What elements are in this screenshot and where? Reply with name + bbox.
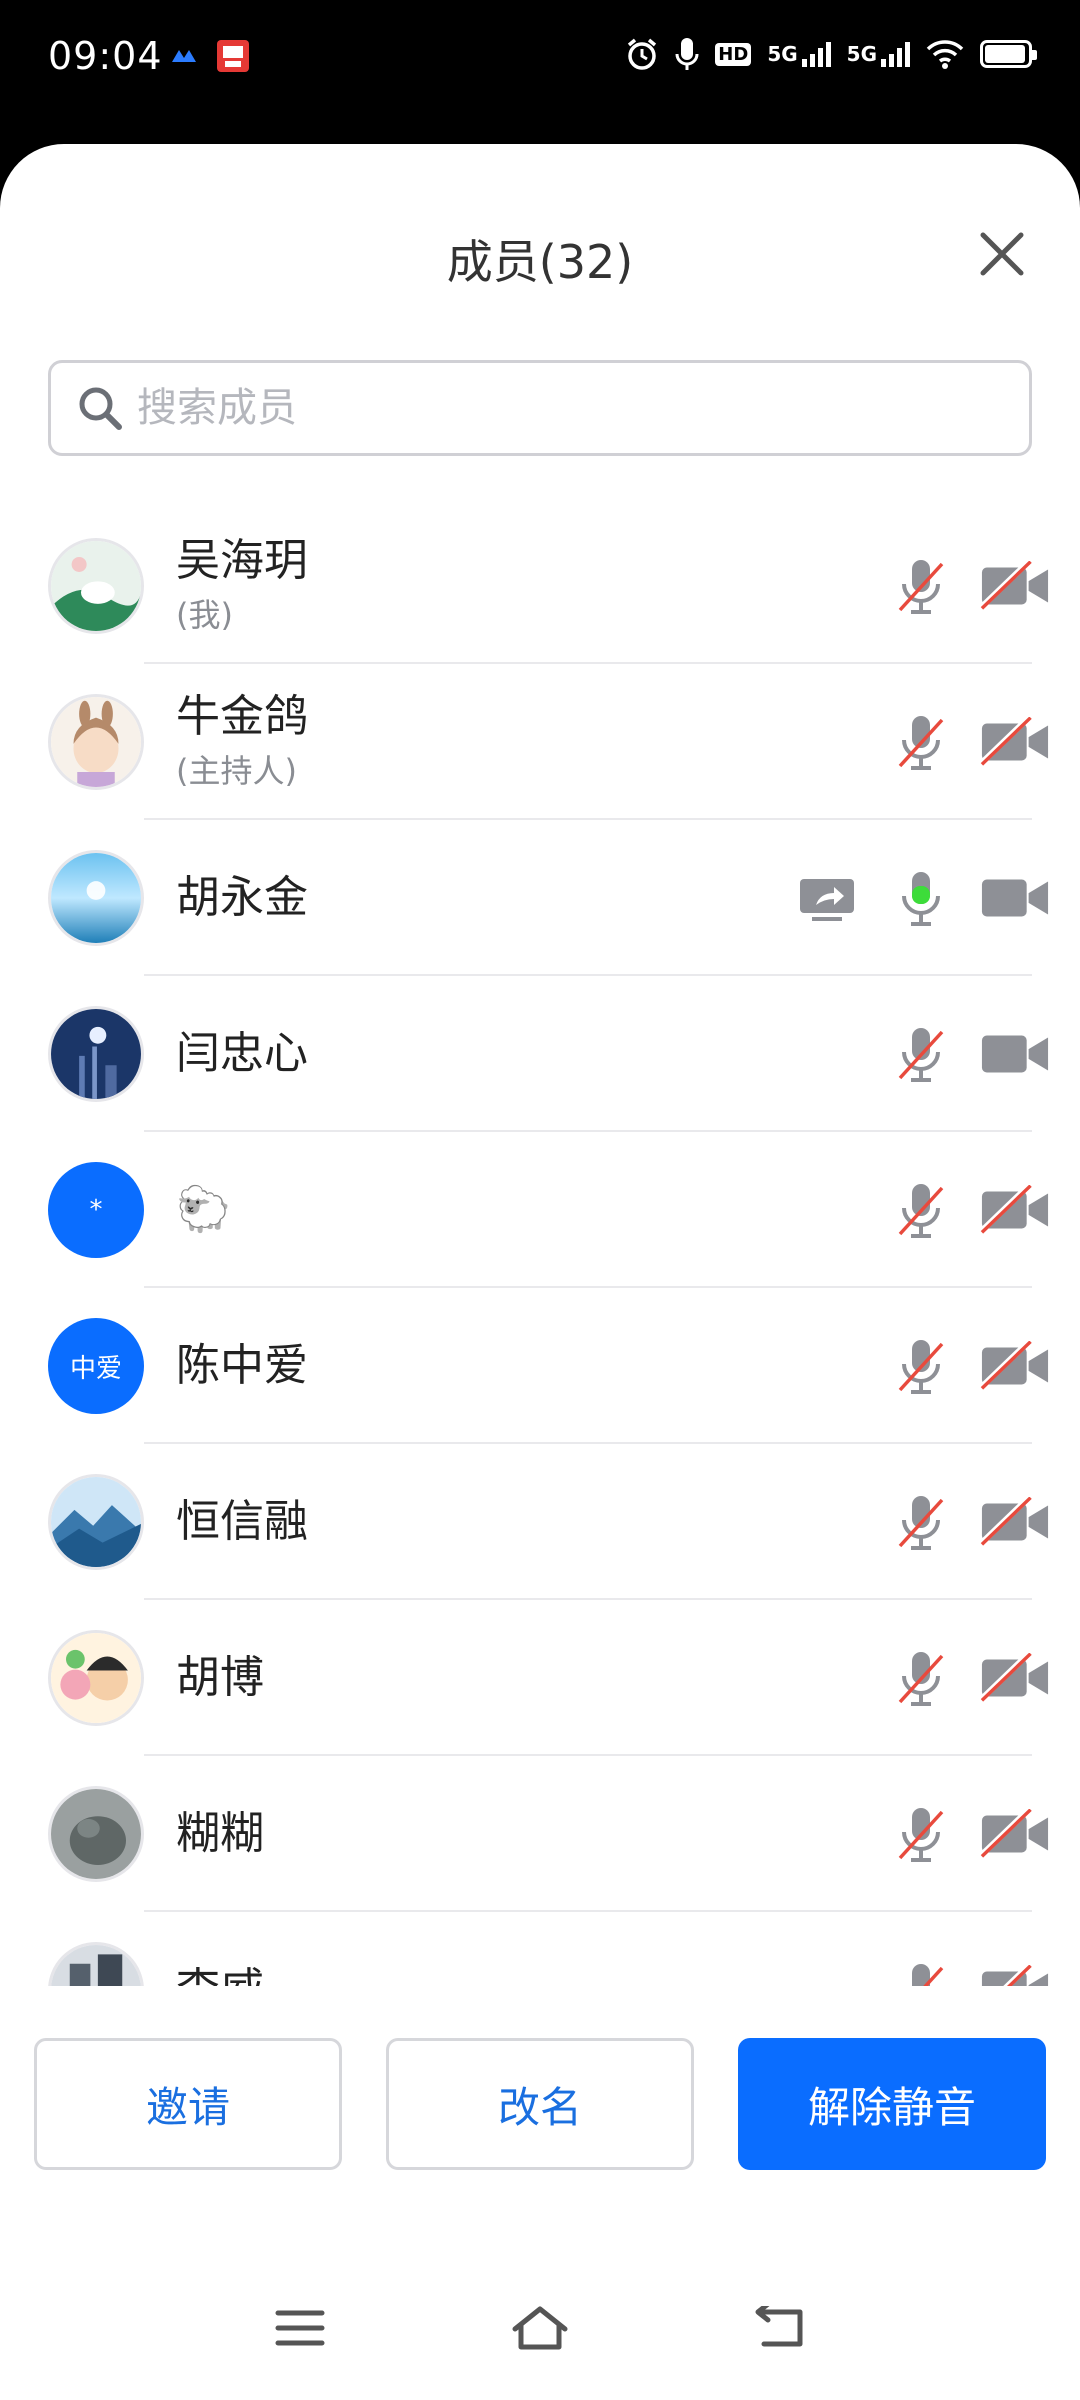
app-notification-icon bbox=[170, 38, 198, 74]
avatar bbox=[48, 850, 144, 946]
member-name: 闫忠心 bbox=[176, 1027, 308, 1079]
member-list[interactable]: 吴海玥 (我) 牛金鸽 (主持人) 胡永金 闫忠心 * 🐑 中爱 陈中爱 恒信融… bbox=[0, 508, 1080, 1986]
back-icon bbox=[755, 2306, 803, 2347]
search-box[interactable] bbox=[48, 360, 1032, 456]
camera-off-icon[interactable] bbox=[980, 1492, 1050, 1552]
avatar bbox=[48, 694, 144, 790]
camera-off-icon[interactable] bbox=[980, 1804, 1050, 1864]
mic-muted-icon[interactable] bbox=[886, 712, 956, 772]
mic-muted-icon[interactable] bbox=[886, 1024, 956, 1084]
member-row[interactable]: 恒信融 bbox=[0, 1444, 1080, 1600]
search-input[interactable] bbox=[137, 385, 1029, 431]
member-name: 恒信融 bbox=[176, 1495, 308, 1547]
camera-off-icon[interactable] bbox=[980, 1648, 1050, 1708]
signal-5g-icon-1: 5G bbox=[767, 36, 831, 72]
member-name: 🐑 bbox=[176, 1183, 231, 1235]
mic-muted-icon[interactable] bbox=[886, 1180, 956, 1240]
camera-on-icon[interactable] bbox=[980, 868, 1050, 928]
camera-off-icon[interactable] bbox=[980, 712, 1050, 772]
mic-muted-icon[interactable] bbox=[886, 1492, 956, 1552]
member-name: 陈中爱 bbox=[176, 1339, 308, 1391]
hd-voice-icon: HD bbox=[715, 36, 752, 72]
search-icon bbox=[79, 387, 122, 430]
avatar bbox=[48, 1630, 144, 1726]
mic-active-icon[interactable] bbox=[886, 868, 956, 928]
member-row[interactable]: 牛金鸽 (主持人) bbox=[0, 664, 1080, 820]
unmute-button[interactable]: 解除静音 bbox=[738, 2038, 1046, 2170]
signal-5g-icon-2: 5G bbox=[847, 36, 910, 72]
member-name: 胡永金 bbox=[176, 871, 308, 923]
avatar bbox=[48, 538, 144, 634]
home-nav-button[interactable] bbox=[510, 2298, 570, 2358]
member-row[interactable]: 李威 bbox=[0, 1912, 1080, 1986]
shopping-app-icon bbox=[216, 38, 250, 74]
home-icon bbox=[512, 2306, 568, 2350]
avatar bbox=[48, 1786, 144, 1882]
status-bar: 09:04 HD 5G 5G bbox=[0, 0, 1080, 118]
microphone-status-icon bbox=[675, 36, 699, 72]
members-sheet: 成员(32) 吴海玥 (我) bbox=[0, 144, 1080, 2400]
member-name: 李威 bbox=[176, 1964, 264, 1986]
menu-nav-button[interactable] bbox=[270, 2298, 330, 2358]
avatar: * bbox=[48, 1162, 144, 1258]
camera-off-icon[interactable] bbox=[980, 1180, 1050, 1240]
member-row[interactable]: 胡博 bbox=[0, 1600, 1080, 1756]
member-role: (我) bbox=[176, 596, 233, 635]
member-row[interactable]: 中爱 陈中爱 bbox=[0, 1288, 1080, 1444]
close-icon bbox=[980, 232, 1024, 276]
page-title: 成员(32) bbox=[446, 235, 634, 289]
camera-off-icon[interactable] bbox=[980, 1960, 1050, 1986]
camera-off-icon[interactable] bbox=[980, 1336, 1050, 1396]
system-nav-bar bbox=[0, 2258, 1080, 2400]
rename-button[interactable]: 改名 bbox=[386, 2038, 694, 2170]
screen-share-icon[interactable] bbox=[792, 868, 862, 928]
invite-button[interactable]: 邀请 bbox=[34, 2038, 342, 2170]
member-row[interactable]: 糊糊 bbox=[0, 1756, 1080, 1912]
member-name: 糊糊 bbox=[176, 1807, 264, 1859]
sheet-header: 成员(32) bbox=[0, 144, 1080, 289]
alarm-icon bbox=[625, 36, 659, 72]
close-button[interactable] bbox=[972, 224, 1032, 284]
status-time: 09:04 bbox=[48, 34, 163, 78]
member-name: 牛金鸽 bbox=[176, 690, 308, 742]
member-name: 胡博 bbox=[176, 1651, 264, 1703]
mic-muted-icon[interactable] bbox=[886, 1648, 956, 1708]
action-bar: 邀请 改名 解除静音 bbox=[0, 2038, 1080, 2178]
member-role: (主持人) bbox=[176, 752, 297, 791]
mic-muted-icon[interactable] bbox=[886, 1336, 956, 1396]
avatar bbox=[48, 1474, 144, 1570]
camera-off-icon[interactable] bbox=[980, 556, 1050, 616]
member-row[interactable]: 闫忠心 bbox=[0, 976, 1080, 1132]
avatar bbox=[48, 1006, 144, 1102]
member-row[interactable]: 胡永金 bbox=[0, 820, 1080, 976]
battery-icon bbox=[980, 36, 1037, 72]
wifi-icon bbox=[926, 36, 964, 72]
menu-icon bbox=[275, 2310, 325, 2346]
avatar: 中爱 bbox=[48, 1318, 144, 1414]
mic-muted-icon[interactable] bbox=[886, 556, 956, 616]
member-row[interactable]: * 🐑 bbox=[0, 1132, 1080, 1288]
mic-muted-icon[interactable] bbox=[886, 1804, 956, 1864]
avatar bbox=[48, 1942, 144, 1986]
member-name: 吴海玥 bbox=[176, 534, 308, 586]
mic-muted-icon[interactable] bbox=[886, 1960, 956, 1986]
back-nav-button[interactable] bbox=[750, 2298, 810, 2358]
member-row[interactable]: 吴海玥 (我) bbox=[0, 508, 1080, 664]
camera-on-icon[interactable] bbox=[980, 1024, 1050, 1084]
